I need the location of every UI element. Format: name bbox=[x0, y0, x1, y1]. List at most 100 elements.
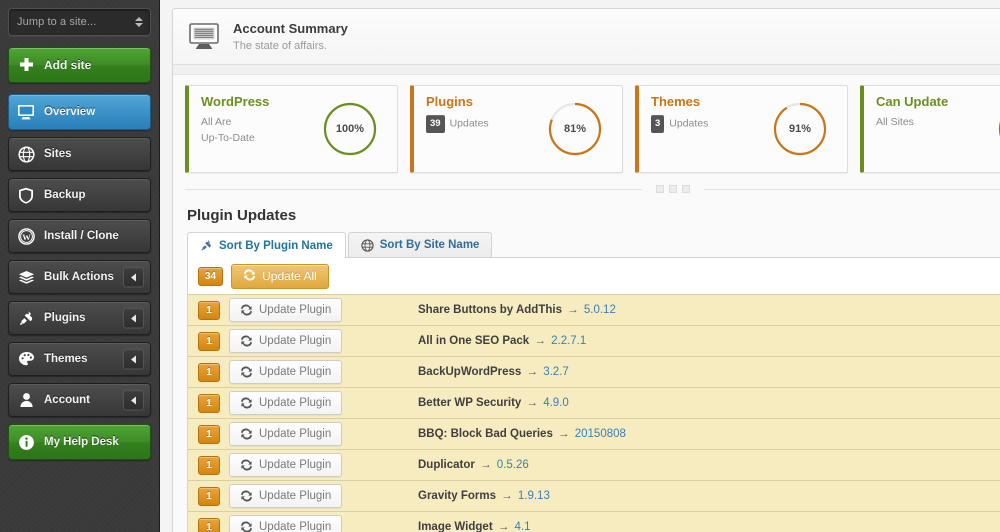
globe-icon bbox=[361, 238, 374, 252]
section-title: Plugin Updates bbox=[187, 207, 297, 224]
update-plugin-label: Update Plugin bbox=[259, 490, 332, 502]
sidebar-item-overview[interactable]: Overview bbox=[8, 94, 151, 130]
sidebar-item-sites[interactable]: Sites bbox=[8, 137, 151, 171]
divider-right bbox=[704, 188, 1000, 190]
row-count-badge: 1 bbox=[198, 424, 220, 444]
update-plugin-label: Update Plugin bbox=[259, 304, 332, 316]
plugin-updates-table: 34 Update All 1 Update Plugin Share Button… bbox=[187, 258, 1000, 532]
update-all-button[interactable]: Update All bbox=[231, 263, 329, 289]
update-plugin-button[interactable]: Update Plugin bbox=[229, 391, 343, 415]
plug-icon bbox=[17, 309, 35, 327]
update-plugin-label: Update Plugin bbox=[259, 521, 332, 532]
chevron-left-icon[interactable] bbox=[123, 266, 144, 288]
progress-ring: 100% bbox=[996, 100, 1000, 158]
plugin-name: BBQ: Block Bad Queries bbox=[418, 428, 553, 440]
sync-icon bbox=[240, 335, 253, 347]
monitor-icon bbox=[187, 20, 221, 54]
tab-sort-by-site-name[interactable]: Sort By Site Name bbox=[347, 232, 493, 257]
summary-card: Plugins 39 Updates 81% bbox=[410, 85, 623, 173]
chevron-left-icon[interactable] bbox=[123, 307, 144, 329]
sidebar-item-themes[interactable]: Themes bbox=[8, 342, 151, 376]
card-badge-label: Updates bbox=[669, 117, 709, 130]
arrow-glyph-icon: → bbox=[563, 304, 582, 316]
row-count-badge: 1 bbox=[198, 393, 220, 413]
sidebar-item-my-help-desk[interactable]: My Help Desk bbox=[8, 424, 151, 460]
sidebar-item-backup[interactable]: Backup bbox=[8, 178, 151, 212]
summary-cards-section: WordPress All Are Up-To-Date 100% Plugins 39 U… bbox=[173, 75, 1000, 532]
update-plugin-button[interactable]: Update Plugin bbox=[229, 453, 343, 477]
add-site-button[interactable]: Add site bbox=[8, 47, 151, 83]
spinner-arrows-icon bbox=[135, 17, 143, 27]
plugin-name: Gravity Forms bbox=[418, 490, 496, 502]
sidebar-item-account[interactable]: Account bbox=[8, 383, 151, 417]
plugin-name-version: BackUpWordPress → 3.2.7 bbox=[418, 366, 569, 378]
layers-icon bbox=[17, 268, 35, 286]
sidebar-item-label: My Help Desk bbox=[44, 436, 119, 448]
plugin-version[interactable]: 3.2.7 bbox=[543, 366, 569, 378]
arrow-glyph-icon: → bbox=[497, 490, 516, 502]
tab-sort-by-plugin-name[interactable]: Sort By Plugin Name bbox=[187, 232, 346, 258]
plugin-name-version: Better WP Security → 4.9.0 bbox=[418, 397, 569, 409]
update-plugin-button[interactable]: Update Plugin bbox=[229, 484, 343, 508]
plugin-version[interactable]: 0.5.26 bbox=[497, 459, 529, 471]
update-plugin-label: Update Plugin bbox=[259, 397, 332, 409]
carousel-dot[interactable] bbox=[656, 185, 664, 193]
plugin-version[interactable]: 1.9.13 bbox=[518, 490, 550, 502]
update-plugin-button[interactable]: Update Plugin bbox=[229, 298, 343, 322]
chevron-left-icon[interactable] bbox=[123, 389, 144, 411]
carousel-dot[interactable] bbox=[682, 185, 690, 193]
carousel-dots[interactable] bbox=[642, 185, 704, 193]
sidebar-item-label: Bulk Actions bbox=[44, 271, 114, 283]
arrow-glyph-icon: → bbox=[554, 428, 573, 440]
plugin-name-version: Share Buttons by AddThis → 5.0.12 bbox=[418, 304, 616, 316]
update-plugin-button[interactable]: Update Plugin bbox=[229, 329, 343, 353]
user-icon bbox=[17, 391, 35, 409]
sidebar-item-label: Install / Clone bbox=[44, 230, 119, 242]
plugin-name: Image Widget bbox=[418, 521, 493, 532]
card-count-badge: 39 bbox=[426, 115, 445, 134]
plugin-version[interactable]: 4.9.0 bbox=[543, 397, 569, 409]
sidebar-item-install-clone[interactable]: W Install / Clone bbox=[8, 219, 151, 253]
sidebar-item-plugins[interactable]: Plugins bbox=[8, 301, 151, 335]
table-row: 1 Update Plugin BackUpWordPress → 3.2.7 bbox=[188, 356, 1000, 387]
monitor-icon bbox=[17, 103, 35, 121]
arrow-glyph-icon: → bbox=[523, 366, 542, 378]
update-plugin-label: Update Plugin bbox=[259, 366, 332, 378]
plugin-version[interactable]: 2.2.7.1 bbox=[551, 335, 586, 347]
progress-percent: 100% bbox=[996, 100, 1000, 158]
site-jump-select[interactable]: Jump to a site... bbox=[8, 8, 151, 36]
update-plugin-button[interactable]: Update Plugin bbox=[229, 515, 343, 532]
header-strip bbox=[173, 65, 1000, 75]
card-title: Can Update bbox=[876, 94, 949, 109]
plugin-name-version: BBQ: Block Bad Queries → 20150808 bbox=[418, 428, 626, 440]
plugin-version[interactable]: 5.0.12 bbox=[584, 304, 616, 316]
summary-card: Themes 3 Updates 91% bbox=[635, 85, 848, 173]
row-count-badge: 1 bbox=[198, 455, 220, 475]
card-sub-line: All Sites bbox=[876, 116, 914, 129]
table-row: 1 Update Plugin All in One SEO Pack → 2.2.… bbox=[188, 325, 1000, 356]
table-row: 1 Update Plugin BBQ: Block Bad Queries → 2… bbox=[188, 418, 1000, 449]
sidebar-item-bulk-actions[interactable]: Bulk Actions bbox=[8, 260, 151, 294]
arrow-glyph-icon: → bbox=[476, 459, 495, 471]
plugin-version[interactable]: 4.1 bbox=[515, 521, 531, 532]
shield-icon bbox=[17, 186, 35, 204]
plugin-name-version: Gravity Forms → 1.9.13 bbox=[418, 490, 550, 502]
sync-icon bbox=[240, 490, 253, 502]
plugin-name: Better WP Security bbox=[418, 397, 522, 409]
plugin-version[interactable]: 20150808 bbox=[575, 428, 626, 440]
row-count-badge: 1 bbox=[198, 517, 220, 532]
plugin-rows: 1 Update Plugin Share Buttons by AddThis →… bbox=[188, 294, 1000, 532]
sync-icon bbox=[243, 269, 256, 284]
update-plugin-label: Update Plugin bbox=[259, 428, 332, 440]
plug-icon bbox=[200, 239, 213, 252]
progress-percent: 81% bbox=[563, 123, 587, 135]
chevron-left-icon[interactable] bbox=[123, 348, 144, 370]
page-title: Account Summary bbox=[233, 21, 348, 37]
palette-icon bbox=[17, 350, 35, 368]
carousel-dot[interactable] bbox=[669, 185, 677, 193]
update-plugin-button[interactable]: Update Plugin bbox=[229, 422, 343, 446]
plugin-name: Share Buttons by AddThis bbox=[418, 304, 562, 316]
update-plugin-button[interactable]: Update Plugin bbox=[229, 360, 343, 384]
arrow-glyph-icon: → bbox=[523, 397, 542, 409]
carousel-indicator[interactable] bbox=[185, 185, 1000, 193]
